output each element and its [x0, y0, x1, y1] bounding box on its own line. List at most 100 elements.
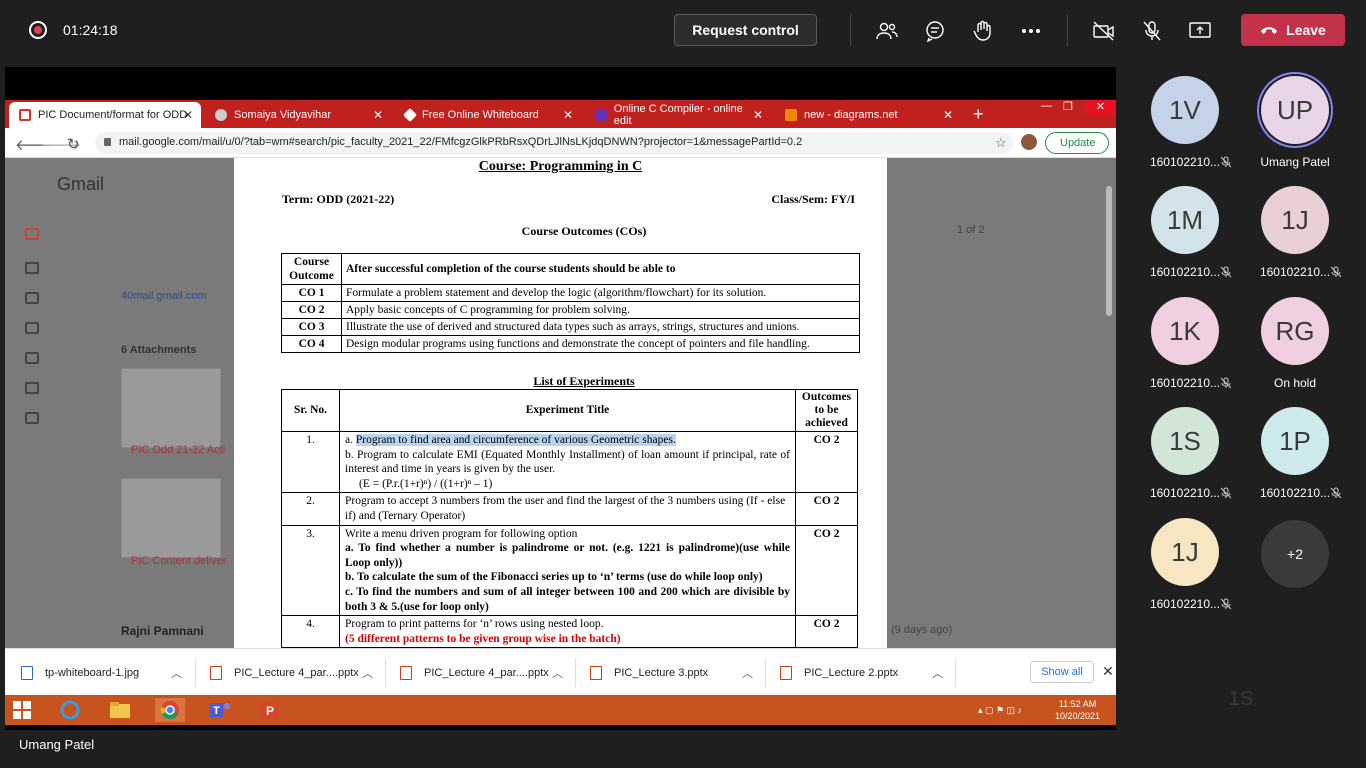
download-item[interactable]: PIC_Lecture 4_par....pptx ︿: [400, 649, 563, 696]
close-window-icon[interactable]: ✕: [1085, 100, 1116, 116]
participant-avatar[interactable]: 1S: [1151, 407, 1219, 475]
minimize-icon[interactable]: —: [1041, 100, 1052, 116]
divider: [575, 659, 576, 687]
mic-off-icon[interactable]: [1139, 18, 1165, 44]
close-tab-icon[interactable]: ✕: [373, 108, 383, 122]
download-item[interactable]: PIC_Lecture 3.pptx ︿: [590, 649, 753, 696]
windows-start-icon[interactable]: [7, 698, 37, 722]
snoozed-icon[interactable]: [25, 352, 39, 364]
close-tab-icon[interactable]: ✕: [183, 108, 193, 122]
close-icon[interactable]: ✕: [1102, 663, 1114, 680]
term-label: Term: ODD (2021-22): [282, 192, 395, 206]
close-tab-icon[interactable]: ✕: [943, 108, 953, 122]
selected-text[interactable]: Program to find area and circumference o…: [355, 434, 676, 446]
table-header-cell: Sr. No.: [281, 389, 340, 432]
mic-muted-icon: [1220, 487, 1232, 499]
new-tab-button[interactable]: +: [973, 104, 984, 125]
participant-avatar[interactable]: 1P: [1261, 407, 1329, 475]
outcome-cell: CO 2: [795, 430, 858, 494]
tab-pic-document[interactable]: PIC Document/format for ODD ✕: [9, 102, 201, 128]
close-tab-icon[interactable]: ✕: [753, 108, 763, 122]
tab-somaiya[interactable]: Somaiya Vidyavihar ✕: [205, 102, 391, 128]
maximize-icon[interactable]: ❐: [1063, 100, 1073, 116]
update-button[interactable]: Update: [1045, 132, 1109, 154]
chevron-up-icon[interactable]: ︿: [552, 665, 563, 681]
request-control-button[interactable]: Request control: [674, 14, 817, 46]
outcome-cell: CO 2: [795, 524, 858, 617]
teams-icon[interactable]: T: [205, 698, 235, 722]
share-screen-icon[interactable]: [1187, 18, 1213, 44]
table-header-cell: Course Outcome: [281, 253, 342, 285]
emi-formula: (E = (P.r.(1+r)ⁿ) / ((1+r)ⁿ – 1): [359, 477, 493, 490]
reload-icon[interactable]: ↻: [67, 135, 80, 153]
chevron-up-icon[interactable]: ︿: [362, 665, 373, 681]
close-tab-icon[interactable]: ✕: [563, 108, 573, 122]
download-item[interactable]: PIC_Lecture 4_par....pptx ︿: [210, 649, 373, 696]
chevron-up-icon[interactable]: ︿: [171, 665, 182, 681]
pptx-file-icon: [400, 665, 412, 680]
url-field[interactable]: mail.google.com/mail/u/0/?tab=wm#search/…: [95, 132, 1013, 154]
people-icon[interactable]: [874, 18, 900, 44]
leave-label: Leave: [1286, 22, 1326, 38]
experiment-item: c. To find the numbers and sum of all in…: [345, 585, 790, 613]
tab-diagrams[interactable]: new - diagrams.net ✕: [775, 102, 961, 128]
starred-icon[interactable]: [25, 322, 39, 334]
participant-avatar[interactable]: 1V: [1151, 76, 1219, 144]
more-options-icon[interactable]: [1018, 18, 1044, 44]
internet-explorer-icon[interactable]: [55, 698, 85, 722]
scrollbar[interactable]: [1106, 186, 1112, 316]
toolbar-divider: [850, 14, 851, 46]
browser-window: PIC Document/format for ODD ✕ Somaiya Vi…: [5, 100, 1116, 648]
camera-off-icon[interactable]: [1091, 18, 1117, 44]
mic-muted-icon: [1330, 487, 1342, 499]
taskbar-clock[interactable]: 11:52 AM 10/20/2021: [1055, 698, 1100, 722]
sr-no: 4.: [281, 615, 340, 648]
participant-name: Umang Patel: [1260, 155, 1330, 169]
experiments-heading: List of Experiments: [533, 374, 635, 388]
image-file-icon: [21, 665, 33, 680]
sent-icon[interactable]: [25, 382, 39, 394]
download-filename: PIC_Lecture 2.pptx: [804, 666, 899, 679]
attachment-thumbnail[interactable]: [121, 478, 221, 558]
system-tray-icons[interactable]: ▴ ▢ ⚑ ◫ ♪: [960, 698, 1040, 722]
email-link[interactable]: 40mail.gmail.com: [121, 290, 207, 302]
attachment-name[interactable]: PIC Odd 21-22 Acti: [131, 444, 225, 456]
drafts-icon[interactable]: [25, 412, 39, 424]
chat-icon[interactable]: [922, 18, 948, 44]
star-icon[interactable]: ☆: [995, 135, 1007, 151]
attachment-thumbnail[interactable]: [121, 368, 221, 448]
tab-whiteboard[interactable]: Free Online Whiteboard ✕: [395, 102, 581, 128]
compose-icon[interactable]: [25, 228, 39, 240]
co-text: Formulate a problem statement and develo…: [341, 284, 860, 302]
tab-strip: PIC Document/format for ODD ✕ Somaiya Vi…: [5, 100, 1116, 128]
attachment-name[interactable]: PIC Content deliver: [131, 555, 226, 567]
participant-avatar[interactable]: RG: [1261, 297, 1329, 365]
chat-icon[interactable]: [25, 292, 39, 304]
tab-label: new - diagrams.net: [804, 109, 898, 121]
powerpoint-icon[interactable]: P: [255, 698, 285, 722]
participant-avatar[interactable]: 1J: [1151, 518, 1219, 586]
inbox-icon[interactable]: [25, 262, 39, 274]
participant-name: 160102210...: [1149, 486, 1221, 500]
table-header-cell: Outcomes to be achieved: [795, 389, 858, 432]
file-explorer-icon[interactable]: [105, 698, 135, 722]
download-item[interactable]: tp-whiteboard-1.jpg ︿: [21, 649, 182, 696]
download-item[interactable]: PIC_Lecture 2.pptx ︿: [780, 649, 943, 696]
tab-online-compiler[interactable]: Online C Compiler - online edit ✕: [585, 102, 771, 128]
participant-avatar[interactable]: 1M: [1151, 186, 1219, 254]
participant-avatar[interactable]: 1K: [1151, 297, 1219, 365]
participant-avatar[interactable]: 1J: [1261, 186, 1329, 254]
co-id: CO 1: [281, 284, 342, 302]
tab-label: Somaiya Vidyavihar: [234, 109, 332, 121]
profile-avatar[interactable]: [1021, 134, 1037, 150]
overflow-participants[interactable]: +2: [1261, 520, 1329, 588]
chrome-icon[interactable]: [155, 698, 185, 722]
chevron-up-icon[interactable]: ︿: [932, 665, 943, 681]
raise-hand-icon[interactable]: [970, 18, 996, 44]
participant-avatar[interactable]: UP: [1261, 76, 1329, 144]
chevron-up-icon[interactable]: ︿: [742, 665, 753, 681]
show-all-button[interactable]: Show all: [1030, 661, 1094, 683]
leave-button[interactable]: Leave: [1241, 14, 1345, 46]
download-filename: PIC_Lecture 4_par....pptx: [424, 666, 549, 679]
pdf-document: Course: Programming in C Term: ODD (2021…: [234, 158, 887, 648]
